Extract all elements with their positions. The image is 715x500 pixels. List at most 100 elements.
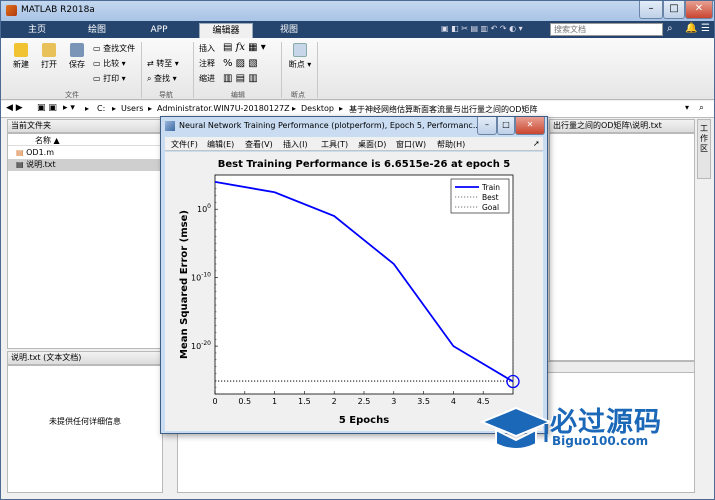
editor-panel[interactable]	[549, 133, 695, 361]
menu-help[interactable]: 帮助(H)	[437, 139, 465, 150]
tab-apps[interactable]: APP	[137, 23, 181, 38]
divider	[193, 42, 194, 98]
x-tick-label: 4	[451, 397, 456, 406]
comment-tool-icons[interactable]: % ▨ ▧	[223, 58, 258, 69]
file-name: 说明.txt	[26, 160, 56, 169]
breakpoints-button[interactable]: 断点 ▾	[287, 43, 313, 70]
menu-edit[interactable]: 编辑(E)	[207, 139, 234, 150]
path-sep: ▸	[148, 104, 153, 113]
details-message: 未提供任何详细信息	[49, 417, 121, 426]
path-segment[interactable]: Users	[121, 104, 143, 113]
m-file-icon: ▤	[16, 148, 24, 157]
divider	[317, 42, 318, 98]
column-header[interactable]: 名称 ▲	[8, 134, 162, 146]
details-panel: 未提供任何详细信息	[7, 365, 163, 493]
fig-maximize-button[interactable]: □	[497, 117, 515, 135]
title-bar: MATLAB R2018a – □ ✕	[1, 1, 714, 21]
save-button[interactable]: 保存	[65, 43, 89, 70]
maximize-button[interactable]: □	[663, 1, 685, 19]
y-tick-label: 10-20	[191, 340, 211, 351]
y-tick-exponent: 0	[207, 203, 211, 210]
find-files-button[interactable]: ▭ 查找文件	[93, 43, 135, 54]
watermark-url: Biguo100.com	[552, 434, 649, 448]
matlab-logo-icon	[6, 5, 17, 16]
search-input[interactable]	[550, 23, 663, 36]
x-axis-label: 5 Epochs	[339, 415, 389, 426]
search-folder-icon[interactable]: ⌕	[699, 103, 704, 113]
menu-desktop[interactable]: 桌面(D)	[358, 139, 386, 150]
insert-button[interactable]: 插入	[199, 43, 215, 54]
path-sep: ▸	[85, 104, 90, 113]
fig-close-button[interactable]: ✕	[515, 117, 545, 135]
folder-up-icon[interactable]: ▣ ▣	[37, 103, 57, 113]
dropdown-icon[interactable]: ▾	[685, 103, 689, 112]
name-column[interactable]: 名称 ▲	[35, 135, 60, 146]
compare-button[interactable]: ▭ 比较 ▾	[93, 58, 126, 69]
insert-label: 插入	[199, 44, 215, 53]
dock-arrow-icon[interactable]: ➚	[533, 139, 540, 148]
path-segment[interactable]: Administrator.WIN7U-20180127Z	[157, 104, 290, 113]
menu-insert[interactable]: 插入(I)	[283, 139, 308, 150]
open-button[interactable]: 打开	[37, 43, 61, 70]
editor-tab[interactable]: 出行量之间的OD矩阵\说明.txt	[549, 119, 695, 133]
printer-icon: ▭	[93, 74, 104, 83]
compare-label: 比较	[103, 59, 120, 68]
plot-area: Best Training Performance is 6.6515e-26 …	[165, 152, 543, 431]
find-files-label: 查找文件	[103, 44, 136, 53]
notification-icon[interactable]: 🔔	[685, 23, 697, 34]
group-bp-label: 断点	[291, 91, 305, 99]
menu-window[interactable]: 窗口(W)	[396, 139, 426, 150]
tab-home[interactable]: 主页	[15, 23, 59, 38]
divider	[141, 42, 142, 98]
current-folder-title: 当前文件夹	[11, 121, 51, 130]
indent-button[interactable]: 缩进	[199, 73, 215, 84]
new-label: 新建	[13, 60, 29, 69]
path-segment[interactable]: C:	[97, 104, 105, 113]
menu-view[interactable]: 查看(V)	[245, 139, 273, 150]
browse-icon[interactable]: ▸ ▾	[63, 103, 75, 113]
current-folder-header: 当前文件夹	[7, 119, 163, 133]
x-tick-label: 3.5	[417, 397, 430, 406]
fig-minimize-button[interactable]: –	[477, 117, 497, 135]
goto-label: 转至	[156, 59, 173, 68]
print-button[interactable]: ▭ 打印 ▾	[93, 73, 126, 84]
legend-box	[450, 178, 510, 214]
tab-plots[interactable]: 绘图	[75, 23, 119, 38]
list-item[interactable]: ▤ 说明.txt	[8, 159, 162, 171]
find-files-icon: ▭	[93, 44, 104, 53]
x-tick-label: 1.5	[298, 397, 311, 406]
current-folder-panel: 名称 ▲ ▤ OD1.m ▤ 说明.txt	[7, 133, 163, 349]
nav-arrows-icon[interactable]: ◀ ▶	[6, 103, 23, 113]
tab-view[interactable]: 视图	[265, 23, 313, 38]
menu-file[interactable]: 文件(F)	[171, 139, 198, 150]
comment-button[interactable]: 注释	[199, 58, 215, 69]
path-sep: ▸	[112, 104, 117, 113]
path-sep: ▸	[292, 104, 297, 113]
goto-button[interactable]: ⇄ 转至 ▾	[147, 58, 179, 69]
edit-tool-icons[interactable]: ▤ fx ▦ ▾	[223, 42, 266, 53]
y-tick-exponent: -20	[201, 340, 211, 347]
quick-access-icons[interactable]: ▣ ◧ ✂ ▤ ▥ ↶ ↷ ◐ ▾	[441, 24, 523, 33]
indent-tool-icons[interactable]: ▥ ▤ ▥	[223, 73, 258, 84]
legend-label: Best	[482, 193, 499, 202]
compare-icon: ▭	[93, 59, 104, 68]
close-button[interactable]: ✕	[685, 1, 713, 19]
search-icon[interactable]: ⌕	[667, 23, 673, 34]
path-segment[interactable]: Desktop	[301, 104, 334, 113]
minimize-button[interactable]: –	[639, 1, 663, 19]
y-axis-label: Mean Squared Error (mse)	[179, 210, 190, 359]
tab-editor[interactable]: 编辑器	[199, 23, 253, 38]
x-tick-label: 1	[272, 397, 277, 406]
new-file-icon	[14, 43, 28, 57]
list-item[interactable]: ▤ OD1.m	[16, 147, 162, 159]
path-segment[interactable]: 基于神经网络估算断面客流量与出行量之间的OD矩阵	[349, 104, 537, 115]
community-icon[interactable]: ☰	[701, 23, 710, 34]
new-button[interactable]: 新建	[9, 43, 33, 70]
menu-tools[interactable]: 工具(T)	[321, 139, 348, 150]
comment-label: 注释	[199, 59, 215, 68]
workspace-side-tab[interactable]: 工作区	[697, 119, 711, 179]
find-button[interactable]: ⌕ 查找 ▾	[147, 73, 177, 84]
quick-access-toolbar: ▣ ◧ ✂ ▤ ▥ ↶ ↷ ◐ ▾	[441, 24, 537, 36]
y-tick-label: 100	[197, 203, 211, 214]
path-sep: ▸	[339, 104, 344, 113]
